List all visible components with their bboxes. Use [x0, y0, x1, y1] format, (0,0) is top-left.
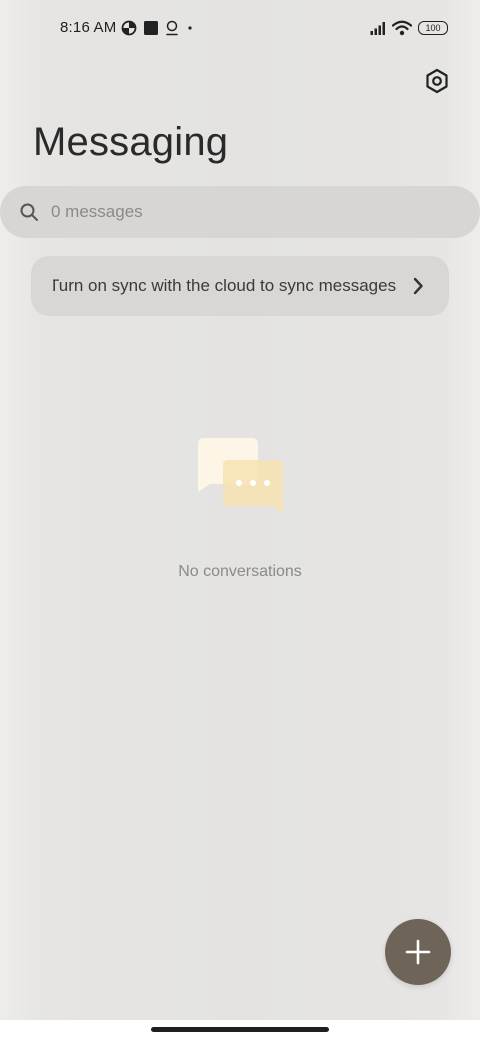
- new-conversation-button[interactable]: [385, 919, 451, 985]
- dot-icon: [188, 26, 192, 30]
- data-saver-icon: [121, 20, 137, 36]
- signal-icon: [370, 22, 385, 35]
- battery-level: 100: [425, 23, 441, 33]
- empty-state-text: No conversations: [178, 563, 302, 580]
- hexagon-gear-icon: [426, 68, 448, 94]
- settings-button[interactable]: [422, 66, 452, 96]
- square-notification-icon: [144, 21, 158, 35]
- plus-icon: [405, 939, 431, 965]
- status-time: 8:16 AM: [60, 19, 117, 36]
- status-left-icons: [121, 19, 195, 37]
- battery-icon: 100: [418, 21, 448, 35]
- status-bar: 8:16 AM 100: [0, 0, 480, 56]
- sync-banner[interactable]: Turn on sync with the cloud to sync mess…: [31, 256, 449, 316]
- page-title: Messaging: [33, 120, 229, 164]
- navigation-bar: [0, 1020, 480, 1040]
- home-indicator[interactable]: [151, 1027, 329, 1032]
- chat-bubbles-icon: [198, 438, 283, 514]
- sync-banner-text: Turn on sync with the cloud to sync mess…: [53, 276, 397, 295]
- search-bar[interactable]: [0, 186, 480, 238]
- wifi-icon: [392, 20, 412, 36]
- search-input[interactable]: [51, 202, 411, 222]
- sync-text-wrap: Turn on sync with the cloud to sync mess…: [53, 256, 425, 316]
- search-icon: [18, 201, 40, 223]
- chevron-right-icon: [411, 276, 425, 296]
- status-right-icons: 100: [370, 18, 448, 38]
- location-pin-icon: [166, 20, 178, 36]
